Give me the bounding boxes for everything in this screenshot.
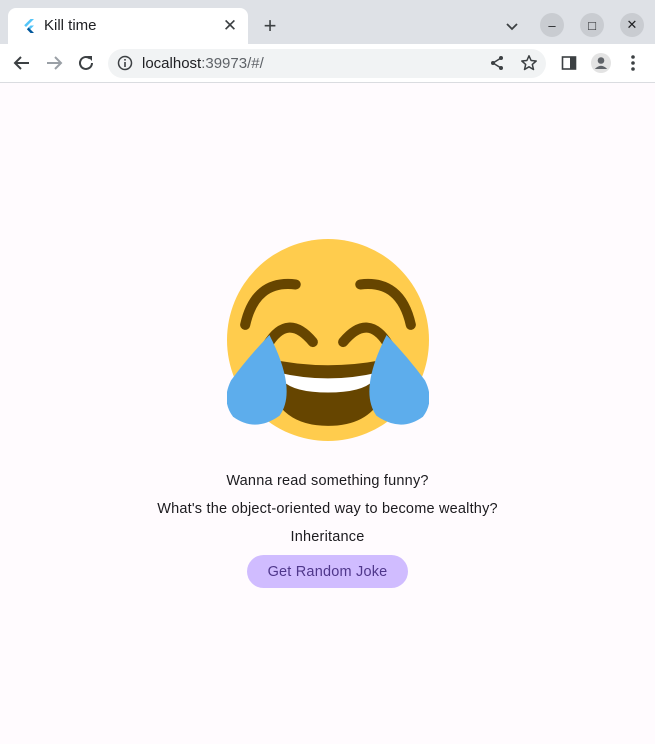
flutter-icon <box>24 19 34 33</box>
minimize-icon[interactable]: – <box>540 13 564 37</box>
back-icon[interactable] <box>10 51 34 75</box>
bookmark-star-icon[interactable] <box>518 52 540 74</box>
close-window-icon[interactable]: ✕ <box>620 13 644 37</box>
url-path: :39973/#/ <box>201 55 264 72</box>
address-bar[interactable]: localhost:39973/#/ <box>108 49 546 78</box>
maximize-icon[interactable]: □ <box>580 13 604 37</box>
share-icon[interactable] <box>486 52 508 74</box>
get-random-joke-button[interactable]: Get Random Joke <box>247 555 408 588</box>
prompt-text: Wanna read something funny? <box>226 473 429 489</box>
joke-setup: What's the object-oriented way to become… <box>157 501 498 517</box>
more-menu-icon[interactable] <box>622 52 644 74</box>
joke-punchline: Inheritance <box>290 529 365 545</box>
tab-kill-time[interactable]: Kill time ✕ <box>8 8 248 44</box>
tab-strip: Kill time ✕ + – □ ✕ <box>0 0 655 44</box>
side-panel-icon[interactable] <box>558 52 580 74</box>
tab-title: Kill time <box>44 17 97 34</box>
reload-icon[interactable] <box>74 51 98 75</box>
browser-toolbar: localhost:39973/#/ <box>0 44 655 83</box>
new-tab-icon[interactable]: + <box>258 13 282 38</box>
url-text: localhost:39973/#/ <box>142 55 264 72</box>
forward-icon[interactable] <box>42 51 66 75</box>
site-info-icon[interactable] <box>117 55 133 71</box>
face-with-tears-of-joy-icon <box>227 239 429 441</box>
profile-avatar-icon[interactable] <box>590 52 612 74</box>
tab-search-chevron-icon[interactable] <box>503 17 521 35</box>
close-tab-icon[interactable]: ✕ <box>220 16 240 36</box>
url-host: localhost <box>142 55 202 72</box>
page-content: Wanna read something funny? What's the o… <box>0 83 655 744</box>
